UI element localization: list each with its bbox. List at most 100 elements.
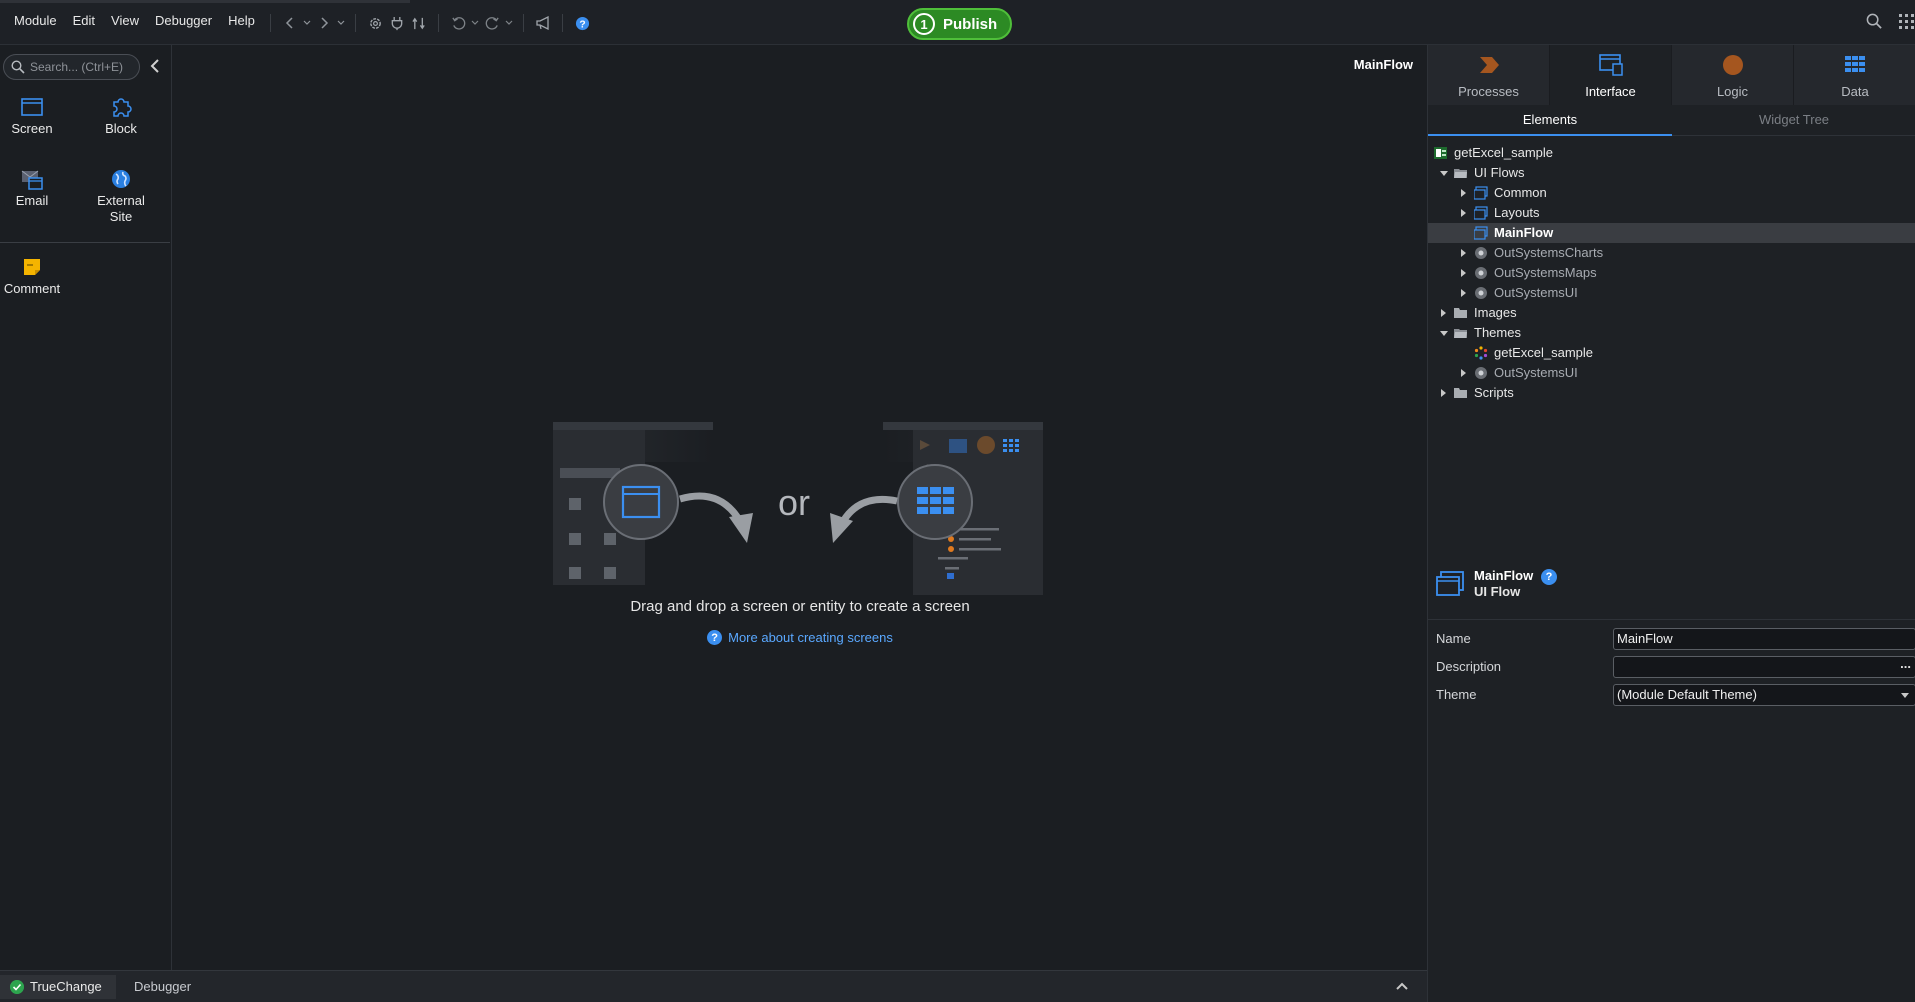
tree-item-themes[interactable]: Themes: [1428, 323, 1915, 343]
help-icon[interactable]: ?: [1541, 569, 1557, 585]
tab-logic[interactable]: Logic: [1672, 45, 1794, 105]
tab-data[interactable]: Data: [1794, 45, 1915, 105]
redo-dropdown-icon[interactable]: [503, 12, 515, 34]
sub-tabs: Elements Widget Tree: [1428, 106, 1915, 136]
collapse-arrow-icon[interactable]: [1440, 331, 1448, 336]
tree-item-images[interactable]: Images: [1428, 303, 1915, 323]
tab-interface[interactable]: Interface: [1550, 45, 1672, 105]
expand-arrow-icon[interactable]: [1461, 289, 1466, 297]
tree-item-label: OutSystemsUI: [1494, 365, 1578, 380]
megaphone-icon[interactable]: [532, 12, 554, 34]
name-field[interactable]: MainFlow: [1613, 628, 1915, 650]
toolbox-comment[interactable]: Comment: [0, 255, 72, 297]
menu-debugger[interactable]: Debugger: [147, 13, 220, 28]
publish-button[interactable]: 1 Publish: [907, 8, 1012, 40]
undo-icon[interactable]: [447, 12, 469, 34]
expand-arrow-icon[interactable]: [1461, 189, 1466, 197]
plug-icon[interactable]: [386, 12, 408, 34]
expand-arrow-icon[interactable]: [1461, 209, 1466, 217]
apps-grid-icon[interactable]: [1898, 13, 1915, 33]
tree-item-label: UI Flows: [1474, 165, 1525, 180]
ui-flow-icon: [1474, 206, 1488, 220]
forward-icon[interactable]: [313, 12, 335, 34]
tab-truechange-label: TrueChange: [30, 979, 102, 994]
forward-dropdown-icon[interactable]: [335, 12, 347, 34]
help-icon: ?: [707, 630, 723, 645]
toolbox-search[interactable]: [3, 54, 140, 80]
properties-divider: [1428, 619, 1915, 620]
tree-item-outsystemsmaps[interactable]: OutSystemsMaps: [1428, 263, 1915, 283]
tree-item-ui-flows[interactable]: UI Flows: [1428, 163, 1915, 183]
property-description: Description ...: [1436, 656, 1915, 678]
svg-text:?: ?: [579, 19, 585, 30]
collapse-arrow-icon[interactable]: [1440, 171, 1448, 176]
tree-item-label: OutSystemsCharts: [1494, 245, 1604, 260]
settings-icon[interactable]: [364, 12, 386, 34]
right-panel: Processes Interface Logic Data Elements …: [1427, 45, 1915, 1002]
help-icon[interactable]: ?: [571, 12, 593, 34]
toolbar-separator: [355, 14, 356, 32]
property-label: Name: [1436, 631, 1471, 646]
more-about-screens-label: More about creating screens: [728, 630, 893, 645]
properties-title: MainFlow: [1474, 568, 1534, 583]
back-dropdown-icon[interactable]: [301, 12, 313, 34]
menu-module[interactable]: Module: [6, 13, 65, 28]
tab-elements[interactable]: Elements: [1428, 106, 1672, 136]
screen-icon: [0, 95, 72, 119]
tree-item-module[interactable]: getExcel_sample: [1428, 143, 1915, 163]
collapse-toolbox-icon[interactable]: [150, 59, 160, 76]
more-about-screens-link[interactable]: ? More about creating screens: [173, 630, 1427, 645]
expand-arrow-icon[interactable]: [1441, 309, 1446, 317]
search-icon[interactable]: [1866, 13, 1883, 33]
tab-strip-line: [0, 0, 410, 3]
expand-arrow-icon[interactable]: [1461, 249, 1466, 257]
expand-arrow-icon[interactable]: [1441, 389, 1446, 397]
expand-arrow-icon[interactable]: [1461, 369, 1466, 377]
expand-arrow-icon[interactable]: [1461, 269, 1466, 277]
email-icon: [0, 167, 72, 191]
tab-processes-label: Processes: [1458, 84, 1519, 99]
menu-view[interactable]: View: [103, 13, 147, 28]
tree-item-layouts[interactable]: Layouts: [1428, 203, 1915, 223]
tree-item-label: getExcel_sample: [1454, 145, 1553, 160]
theme-select[interactable]: (Module Default Theme): [1613, 684, 1915, 706]
undo-dropdown-icon[interactable]: [469, 12, 481, 34]
tree-item-theme-outsystemsui[interactable]: OutSystemsUI: [1428, 363, 1915, 383]
tab-logic-label: Logic: [1716, 84, 1749, 99]
tab-widget-tree[interactable]: Widget Tree: [1672, 106, 1915, 136]
toolbox-email[interactable]: Email: [0, 167, 72, 209]
tree-item-outsystemscharts[interactable]: OutSystemsCharts: [1428, 243, 1915, 263]
toolbar-separator: [438, 14, 439, 32]
toolbox-block[interactable]: Block: [81, 95, 161, 137]
dependency-icon: [1475, 247, 1487, 259]
folder-open-icon: [1454, 329, 1467, 338]
description-more-button[interactable]: ...: [1900, 654, 1911, 674]
toolbox-external-site[interactable]: External Site: [81, 167, 161, 225]
tab-debugger[interactable]: Debugger: [126, 975, 206, 999]
menu-help[interactable]: Help: [220, 13, 263, 28]
tree-item-theme-getexcel[interactable]: getExcel_sample: [1428, 343, 1915, 363]
compare-icon[interactable]: [408, 12, 430, 34]
tab-processes[interactable]: Processes: [1428, 45, 1550, 105]
publish-count-badge: 1: [913, 13, 935, 35]
redo-icon[interactable]: [481, 12, 503, 34]
tree-item-common[interactable]: Common: [1428, 183, 1915, 203]
menu-edit[interactable]: Edit: [65, 13, 103, 28]
menu-bar: Module Edit View Debugger Help: [6, 13, 263, 28]
toolbox-search-input[interactable]: [30, 60, 135, 74]
property-name: Name MainFlow: [1436, 628, 1915, 650]
theme-palette-icon: [1474, 346, 1488, 360]
tab-truechange[interactable]: TrueChange: [0, 975, 116, 999]
folder-icon: [1454, 388, 1467, 398]
tree-item-scripts[interactable]: Scripts: [1428, 383, 1915, 403]
flow-canvas[interactable]: MainFlow or Drag and drop a screen or en…: [173, 45, 1427, 970]
tree-item-mainflow[interactable]: MainFlow: [1428, 223, 1915, 243]
toolbox-email-label: Email: [15, 193, 49, 208]
chevron-up-icon[interactable]: [1395, 979, 1409, 994]
tree-item-label: Scripts: [1474, 385, 1514, 400]
back-icon[interactable]: [279, 12, 301, 34]
tree-item-outsystemsui[interactable]: OutSystemsUI: [1428, 283, 1915, 303]
toolbox-screen[interactable]: Screen: [0, 95, 72, 137]
tree-item-label: Layouts: [1494, 205, 1540, 220]
description-field[interactable]: ...: [1613, 656, 1915, 678]
